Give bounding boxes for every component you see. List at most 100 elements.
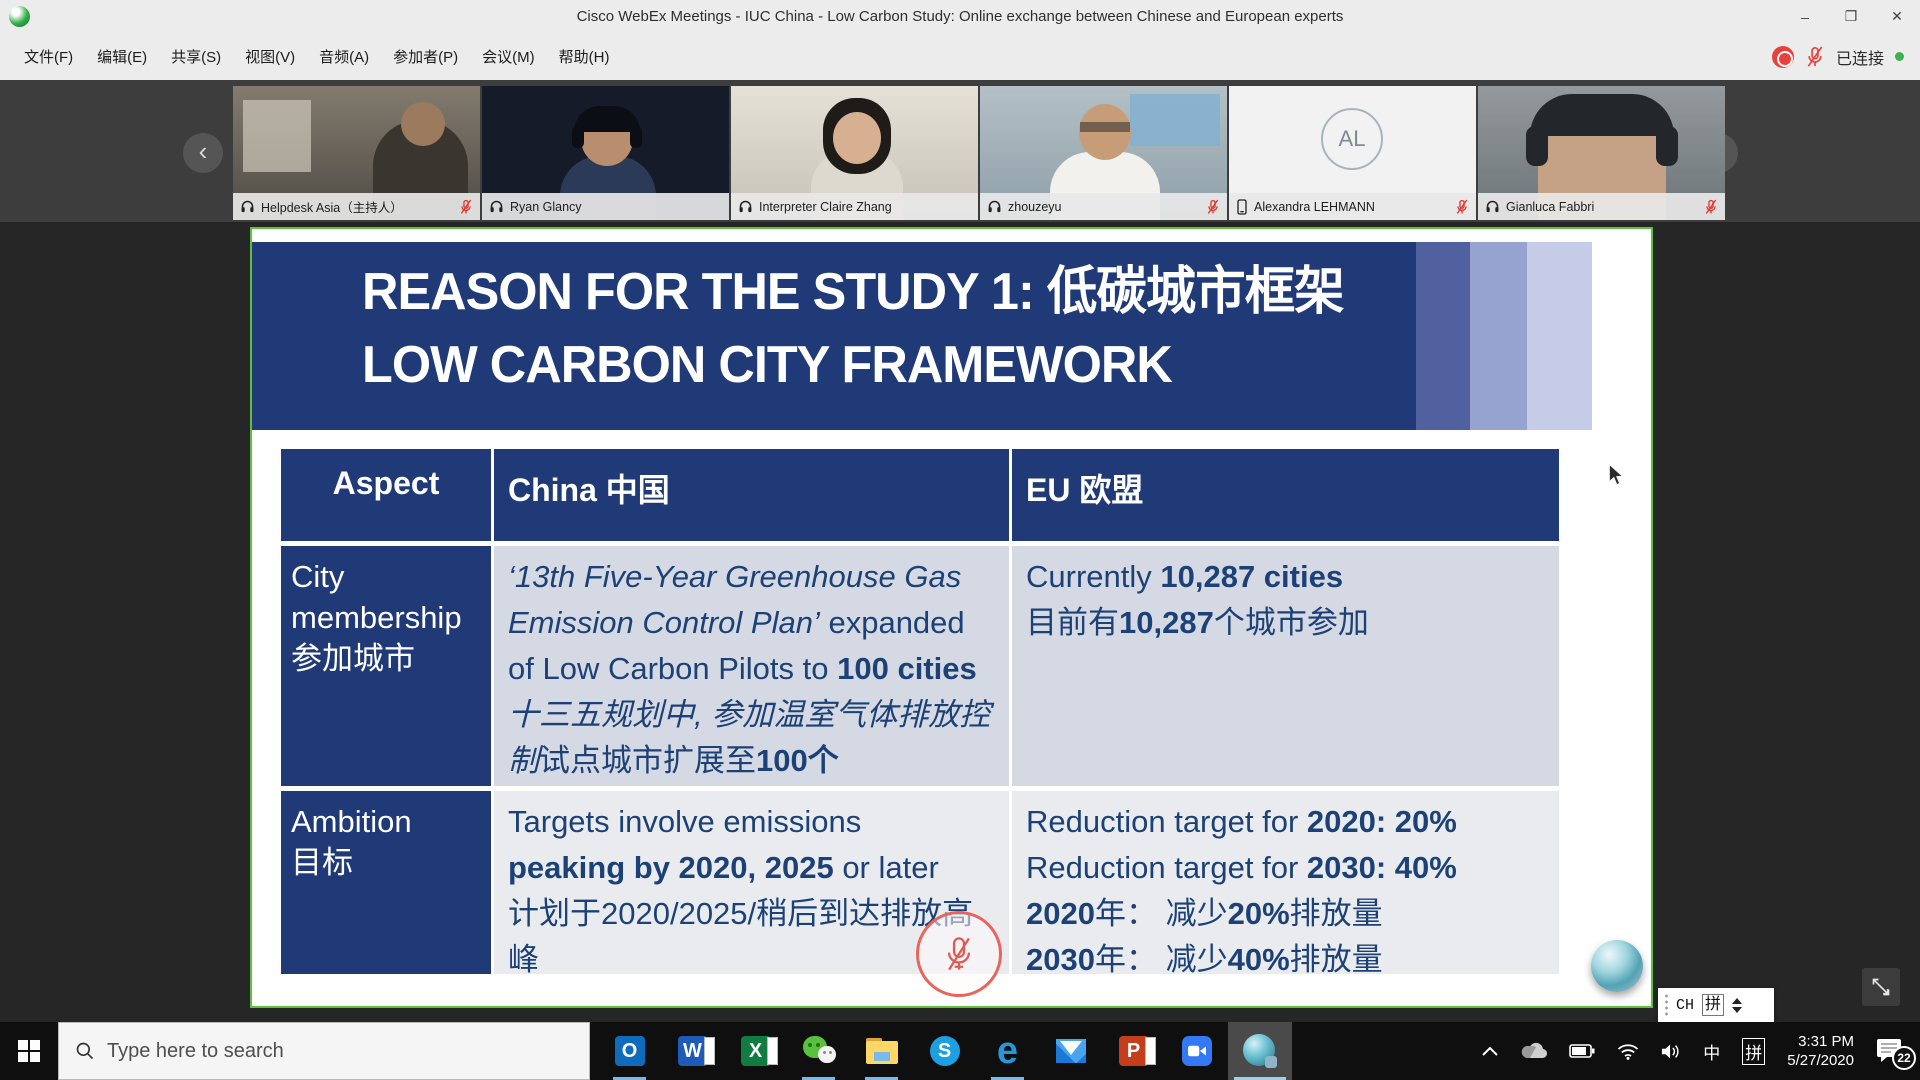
onedrive-cloud-icon[interactable] bbox=[1521, 1042, 1547, 1060]
participant-name-bar: zhouzeyu bbox=[980, 193, 1227, 220]
filmstrip-prev-button[interactable]: ‹ bbox=[183, 133, 223, 173]
banner-stripe bbox=[1527, 242, 1592, 430]
participant-name-bar: Interpreter Claire Zhang bbox=[731, 193, 978, 220]
taskbar-icon-powerpoint[interactable]: P bbox=[1102, 1022, 1165, 1080]
clock-time: 3:31 PM bbox=[1787, 1032, 1854, 1051]
taskbar-icon-word[interactable]: W bbox=[661, 1022, 724, 1080]
menu-audio[interactable]: 音频(A) bbox=[319, 46, 369, 67]
table-header-aspect: Aspect bbox=[281, 449, 491, 541]
taskbar-icon-outlook[interactable]: O bbox=[598, 1022, 661, 1080]
meeting-status: 已连接 bbox=[1772, 33, 1904, 80]
wifi-icon[interactable] bbox=[1617, 1043, 1639, 1060]
menu-view[interactable]: 视图(V) bbox=[245, 46, 295, 67]
windows-taskbar: O W X S bbox=[0, 1022, 1920, 1080]
shared-slide: REASON FOR THE STUDY 1: 低碳城市框架 LOW CARBO… bbox=[250, 227, 1653, 1008]
title-bar: Cisco WebEx Meetings - IUC China - Low C… bbox=[0, 0, 1920, 33]
volume-icon[interactable] bbox=[1661, 1043, 1681, 1060]
window-title: Cisco WebEx Meetings - IUC China - Low C… bbox=[0, 8, 1920, 25]
participant-name: Ryan Glancy bbox=[510, 200, 722, 214]
system-tray: 中 拼 3:31 PM 5/27/2020 22 bbox=[1481, 1032, 1920, 1070]
video-tile-helpdesk-asia[interactable]: Helpdesk Asia（主持人） bbox=[233, 86, 480, 220]
taskbar-app-icons: O W X S bbox=[598, 1022, 1292, 1080]
start-button[interactable] bbox=[0, 1022, 58, 1080]
taskbar-search[interactable] bbox=[58, 1022, 590, 1080]
mic-muted-icon bbox=[459, 199, 473, 215]
headset-icon bbox=[738, 199, 753, 214]
taskbar-clock[interactable]: 3:31 PM 5/27/2020 bbox=[1787, 1032, 1854, 1070]
slide-title-line1: REASON FOR THE STUDY 1: 低碳城市框架 bbox=[362, 256, 1344, 329]
slide-title-banner: REASON FOR THE STUDY 1: 低碳城市框架 LOW CARBO… bbox=[252, 242, 1592, 430]
table-cell-china-membership: ‘13th Five-Year Greenhouse Gas Emission … bbox=[494, 546, 1009, 786]
ime-language-label[interactable]: CH bbox=[1676, 997, 1694, 1014]
show-hidden-icons-chevron[interactable] bbox=[1481, 1045, 1499, 1057]
clock-date: 5/27/2020 bbox=[1787, 1051, 1854, 1070]
video-tile-claire-zhang[interactable]: Interpreter Claire Zhang bbox=[731, 86, 978, 220]
video-tile-alexandra-lehmann[interactable]: AL Alexandra LEHMANN bbox=[1229, 86, 1476, 220]
menu-share[interactable]: 共享(S) bbox=[171, 46, 221, 67]
close-button[interactable]: ✕ bbox=[1874, 0, 1920, 33]
mic-muted-icon[interactable] bbox=[1805, 46, 1825, 68]
ime-options-spinner[interactable] bbox=[1732, 998, 1742, 1013]
banner-stripe bbox=[1416, 242, 1470, 430]
taskbar-icon-skype[interactable]: S bbox=[913, 1022, 976, 1080]
webex-logo-icon bbox=[9, 6, 30, 27]
taskbar-icon-camera[interactable] bbox=[1165, 1022, 1228, 1080]
mic-muted-icon bbox=[942, 934, 976, 974]
record-icon[interactable] bbox=[1772, 46, 1794, 68]
mouse-cursor bbox=[1607, 463, 1625, 487]
ime-language-indicator[interactable]: 中 bbox=[1703, 1039, 1720, 1064]
ime-pinyin-toggle[interactable]: 拼 bbox=[1702, 994, 1724, 1016]
headset-icon bbox=[489, 199, 504, 214]
taskbar-icon-edge[interactable]: e bbox=[976, 1022, 1039, 1080]
table-header-eu: EU 欧盟 bbox=[1012, 449, 1559, 541]
participant-name-bar: Gianluca Fabbri bbox=[1478, 193, 1725, 220]
table-header-china: China 中国 bbox=[494, 449, 1009, 541]
participant-name: Alexandra LEHMANN bbox=[1254, 200, 1455, 214]
slide-title: REASON FOR THE STUDY 1: 低碳城市框架 LOW CARBO… bbox=[362, 256, 1344, 402]
ime-toolbar[interactable]: CH 拼 bbox=[1658, 988, 1774, 1022]
menu-bar: 文件(F) 编辑(E) 共享(S) 视图(V) 音频(A) 参加者(P) 会议(… bbox=[0, 33, 1920, 80]
ime-drag-handle[interactable] bbox=[1665, 993, 1668, 1017]
table-cell-eu-ambition: Reduction target for 2020: 20%Reduction … bbox=[1012, 791, 1559, 974]
taskbar-icon-webex[interactable] bbox=[1228, 1022, 1292, 1080]
menu-participants[interactable]: 参加者(P) bbox=[393, 46, 458, 67]
menu-help[interactable]: 帮助(H) bbox=[559, 46, 610, 67]
connected-status-label: 已连接 bbox=[1836, 45, 1884, 69]
connected-dot-icon bbox=[1895, 52, 1904, 61]
menu-file[interactable]: 文件(F) bbox=[24, 46, 73, 67]
taskbar-icon-excel[interactable]: X bbox=[724, 1022, 787, 1080]
headset-icon bbox=[987, 199, 1002, 214]
video-tile-zhouzeyu[interactable]: zhouzeyu bbox=[980, 86, 1227, 220]
comparison-table: Aspect China 中国 EU 欧盟 Citymembership参加城市… bbox=[281, 449, 1557, 974]
taskbar-icon-file-explorer[interactable] bbox=[850, 1022, 913, 1080]
participant-filmstrip: ‹ › Helpdesk Asia（主持人） bbox=[0, 80, 1920, 222]
participant-name-bar: Alexandra LEHMANN bbox=[1229, 193, 1476, 220]
participant-name: Gianluca Fabbri bbox=[1506, 200, 1704, 214]
ime-pinyin-indicator[interactable]: 拼 bbox=[1742, 1038, 1765, 1065]
expand-view-button[interactable] bbox=[1862, 968, 1900, 1006]
headset-icon bbox=[240, 199, 255, 214]
taskbar-icon-wechat[interactable] bbox=[787, 1022, 850, 1080]
action-center-button[interactable]: 22 bbox=[1876, 1038, 1906, 1064]
search-input[interactable] bbox=[107, 1040, 537, 1063]
banner-stripe bbox=[1470, 242, 1527, 430]
video-camera-icon bbox=[1188, 1045, 1206, 1057]
mute-indicator-overlay bbox=[916, 911, 1002, 997]
windows-logo-icon bbox=[18, 1040, 40, 1062]
participant-name: Interpreter Claire Zhang bbox=[759, 200, 971, 214]
video-tile-ryan-glancy[interactable]: Ryan Glancy bbox=[482, 86, 729, 220]
taskbar-icon-mail[interactable] bbox=[1039, 1022, 1102, 1080]
battery-icon[interactable] bbox=[1569, 1044, 1595, 1058]
minimize-button[interactable]: – bbox=[1782, 0, 1828, 33]
table-row-aspect: Citymembership参加城市 bbox=[281, 546, 491, 786]
table-row-aspect: Ambition目标 bbox=[281, 791, 491, 974]
webex-ball-watermark bbox=[1591, 940, 1643, 992]
menu-edit[interactable]: 编辑(E) bbox=[97, 46, 147, 67]
participant-name: Helpdesk Asia（主持人） bbox=[261, 197, 459, 216]
video-tile-gianluca-fabbri[interactable]: Gianluca Fabbri bbox=[1478, 86, 1725, 220]
menu-meeting[interactable]: 会议(M) bbox=[482, 46, 535, 67]
table-cell-eu-membership: Currently 10,287 cities目前有10,287个城市参加 bbox=[1012, 546, 1559, 786]
headset-icon bbox=[1485, 199, 1500, 214]
participant-name-bar: Helpdesk Asia（主持人） bbox=[233, 193, 480, 220]
restore-button[interactable]: ❐ bbox=[1828, 0, 1874, 33]
